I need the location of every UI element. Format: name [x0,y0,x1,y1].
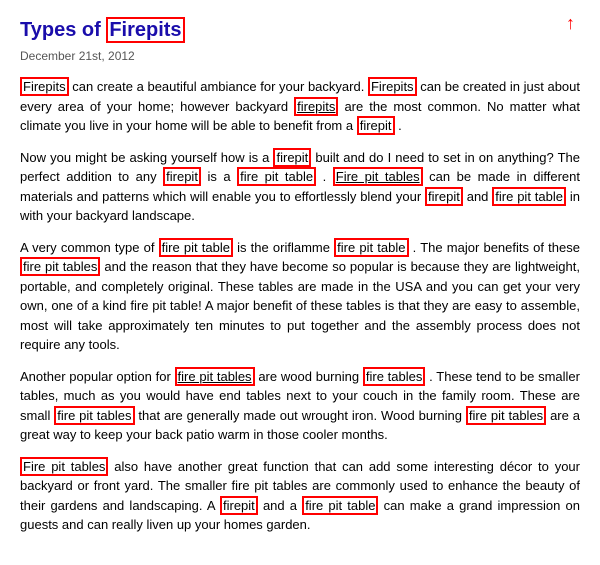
keyword-fire-pit-table-1: fire pit table [237,167,316,186]
keyword-fire-pit-table-2: fire pit table [492,187,566,206]
article-body: Firepits can create a beautiful ambiance… [20,77,580,535]
title-prefix: Types of [20,19,106,41]
keyword-firepit-4: firepit [425,187,463,206]
keyword-fire-pit-tables-2: fire pit tables [20,257,100,276]
red-arrow-icon: ↑ [566,10,575,37]
title-highlight: Firepits [106,17,184,43]
paragraph-2: Now you might be asking yourself how is … [20,148,580,226]
keyword-fire-pit-table-3: fire pit table [159,238,233,257]
keyword-firepit-2: firepit [273,148,311,167]
keyword-fire-pit-tables-5: fire pit tables [466,406,546,425]
page-title: Types of Firepits [20,15,580,45]
keyword-fire-pit-tables-4: fire pit tables [54,406,134,425]
paragraph-5: Fire pit tables also have another great … [20,457,580,535]
keyword-firepits-2: Firepits [368,77,417,96]
keyword-fire-pit-tables-1: Fire pit tables [333,167,423,186]
page-header: ↑ Types of Firepits December 21st, 2012 [20,15,580,65]
keyword-firepit-1: firepit [357,116,395,135]
keyword-fire-pit-table-4: fire pit table [334,238,408,257]
keyword-firepit-5: firepit [220,496,258,515]
paragraph-1: Firepits can create a beautiful ambiance… [20,77,580,136]
keyword-fire-pit-table-5: fire pit table [302,496,378,515]
keyword-firepits-3: firepits [294,97,338,116]
keyword-firepit-3: firepit [163,167,201,186]
keyword-firepits-1: Firepits [20,77,69,96]
publish-date: December 21st, 2012 [20,47,580,65]
keyword-fire-pit-tables-6: Fire pit tables [20,457,108,476]
keyword-fire-tables-1: fire tables [363,367,426,386]
keyword-fire-pit-tables-3: fire pit tables [175,367,255,386]
paragraph-4: Another popular option for fire pit tabl… [20,367,580,445]
paragraph-3: A very common type of fire pit table is … [20,238,580,355]
